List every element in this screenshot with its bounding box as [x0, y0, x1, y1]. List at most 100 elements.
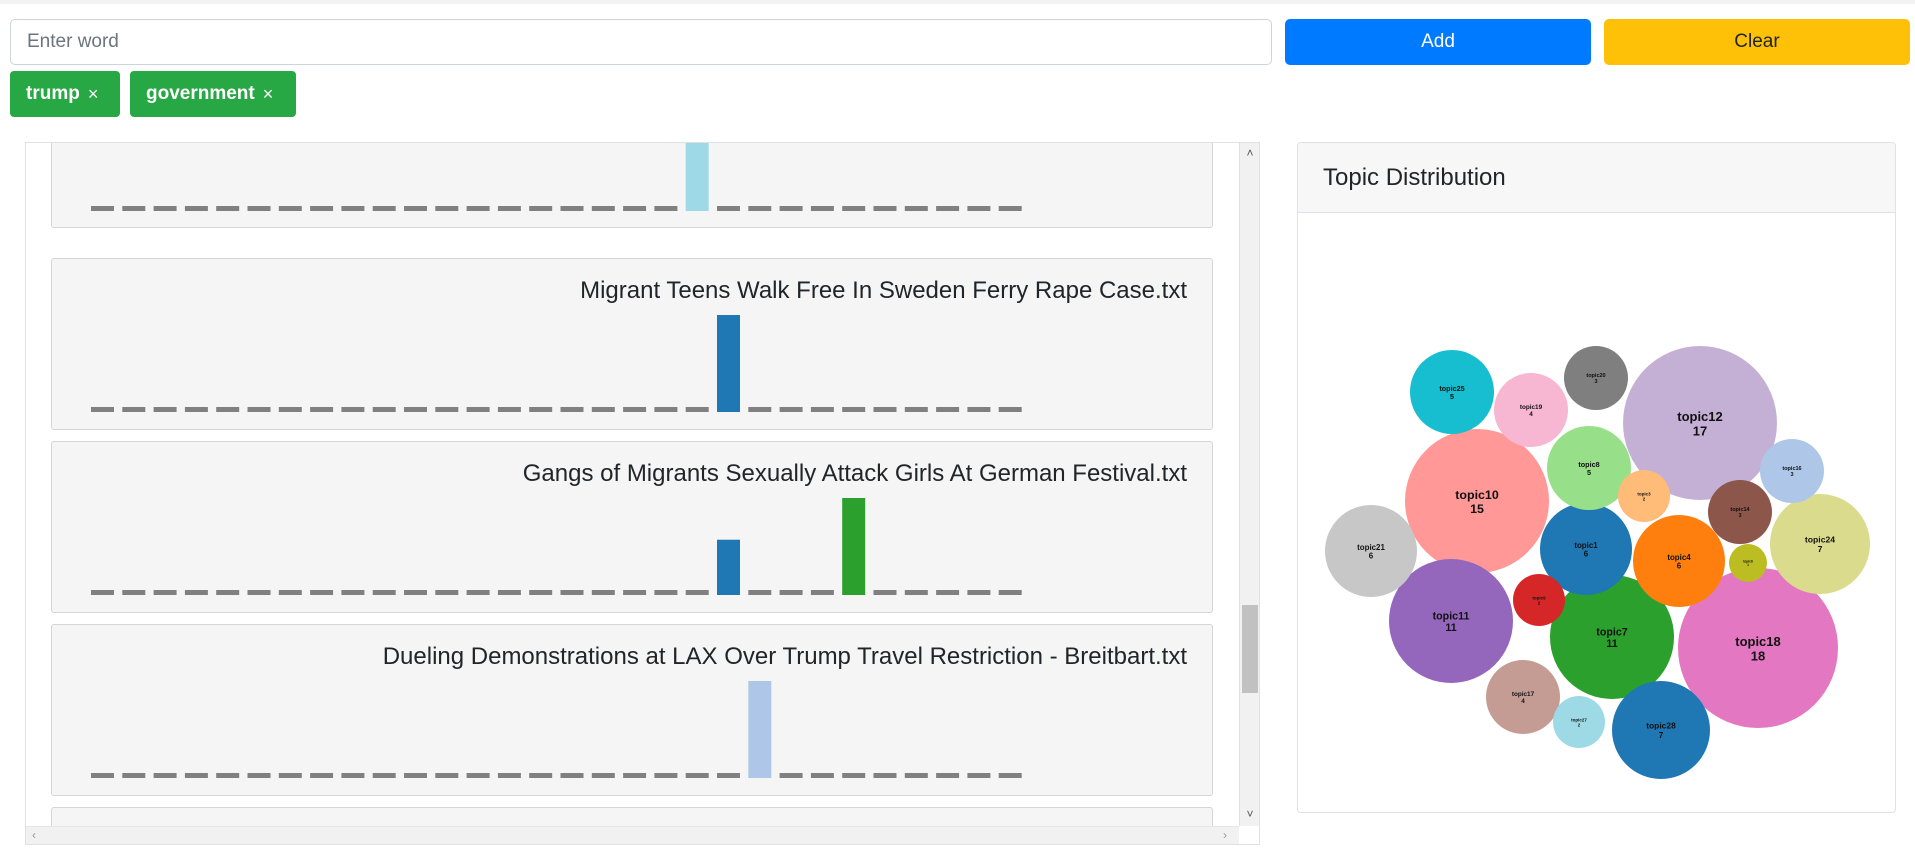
empty-topic-bar — [654, 773, 678, 778]
empty-topic-bar — [341, 590, 365, 595]
topic-bubble-topic25[interactable]: topic255 — [1410, 350, 1494, 434]
empty-topic-bar — [497, 773, 521, 778]
empty-topic-bar — [466, 407, 490, 412]
chip-label: trump — [26, 83, 80, 104]
topic-bubble-topic19[interactable]: topic194 — [1494, 373, 1568, 447]
empty-topic-bar — [810, 590, 834, 595]
topic-bubble-topic9[interactable]: topic92 — [1513, 574, 1565, 626]
clear-button[interactable]: Clear — [1604, 19, 1910, 65]
empty-topic-bar — [497, 206, 521, 211]
document-card[interactable]: Dueling Demonstrations at LAX Over Trump… — [51, 624, 1213, 796]
topic-bubble-topic24[interactable]: topic247 — [1770, 494, 1870, 594]
word-input[interactable] — [10, 19, 1272, 65]
topic-bubble-topic3[interactable]: topic32 — [1618, 470, 1670, 522]
topic-bubble-count: 11 — [1445, 622, 1456, 634]
empty-topic-bar — [184, 407, 208, 412]
empty-topic-bar — [341, 407, 365, 412]
empty-topic-bar — [748, 407, 772, 412]
topic-bubble-count: 15 — [1470, 502, 1484, 516]
empty-topic-bar — [967, 407, 991, 412]
topic-bubble-topic16[interactable]: topic163 — [1760, 439, 1824, 503]
empty-topic-bar — [717, 206, 740, 211]
empty-topic-bar — [122, 407, 146, 412]
topic-bubble-label: topic10 — [1455, 488, 1499, 502]
empty-topic-bar — [247, 206, 271, 211]
topic-bubble-label: topic12 — [1677, 409, 1723, 424]
topic-bubble-topic14[interactable]: topic143 — [1708, 480, 1772, 544]
scroll-right-icon[interactable]: › — [1223, 828, 1227, 842]
empty-topic-bar — [654, 206, 678, 211]
empty-topic-bar — [591, 773, 615, 778]
empty-topic-bar — [560, 206, 584, 211]
topic-bubble-label: topic7 — [1596, 626, 1627, 638]
empty-topic-bar — [310, 773, 334, 778]
empty-topic-bar — [435, 407, 459, 412]
topic-bubble-topic21[interactable]: topic216 — [1325, 505, 1417, 597]
empty-topic-bar — [998, 407, 1022, 412]
empty-topic-bar — [967, 206, 991, 211]
empty-topic-bar — [560, 773, 584, 778]
empty-topic-bar — [153, 590, 177, 595]
document-card[interactable]: Migrant Teens Walk Free In Sweden Ferry … — [51, 258, 1213, 430]
topic-bubble-topic27[interactable]: topic272 — [1553, 696, 1605, 748]
empty-topic-bar — [873, 590, 897, 595]
topic-bubble-count: 5 — [1450, 392, 1454, 401]
document-topic-chart — [91, 498, 1022, 595]
empty-topic-bar — [122, 206, 146, 211]
remove-chip-icon[interactable]: × — [263, 84, 274, 105]
empty-topic-bar — [341, 773, 365, 778]
empty-topic-bar — [748, 590, 772, 595]
empty-topic-bar — [998, 206, 1022, 211]
empty-topic-bar — [466, 590, 490, 595]
topic-bubble-topic4[interactable]: topic46 — [1633, 515, 1725, 607]
empty-topic-bar — [936, 773, 960, 778]
empty-topic-bar — [591, 590, 615, 595]
topic-bubble-count: 1 — [1747, 563, 1749, 567]
topic-bubble-topic10[interactable]: topic1015 — [1405, 429, 1549, 573]
topic-bubble-topic6[interactable]: topic61 — [1729, 544, 1767, 582]
empty-topic-bar — [685, 590, 709, 595]
document-list-panel[interactable]: Migrant Teens Walk Free In Sweden Ferry … — [25, 142, 1260, 845]
topic-bubble-count: 3 — [1738, 513, 1741, 519]
empty-topic-bar — [529, 590, 553, 595]
empty-topic-bar — [904, 206, 928, 211]
empty-topic-bar — [247, 590, 271, 595]
topic-bubble-label: topic1 — [1574, 541, 1598, 550]
remove-chip-icon[interactable]: × — [88, 84, 99, 105]
empty-topic-bar — [842, 206, 866, 211]
topic-bubble-label: topic4 — [1667, 553, 1691, 562]
topic-bubble-topic28[interactable]: topic287 — [1612, 681, 1710, 779]
document-card[interactable] — [51, 143, 1213, 228]
empty-topic-bar — [936, 407, 960, 412]
topic-bubble-label: topic11 — [1433, 610, 1470, 622]
add-button[interactable]: Add — [1285, 19, 1591, 65]
topic-bubble-label: topic18 — [1735, 634, 1781, 649]
empty-topic-bar — [184, 773, 208, 778]
empty-topic-bar — [779, 773, 803, 778]
scroll-left-icon[interactable]: ‹ — [32, 828, 36, 842]
empty-topic-bar — [278, 590, 302, 595]
empty-topic-bar — [529, 773, 553, 778]
scrollbar-thumb[interactable] — [1242, 605, 1258, 693]
horizontal-scrollbar[interactable]: ‹ › — [26, 826, 1239, 844]
scroll-down-icon[interactable]: ˅ — [1240, 807, 1259, 821]
topic-bubble-topic20[interactable]: topic203 — [1564, 346, 1628, 410]
topic-bubble-count: 3 — [1790, 472, 1793, 478]
topic-bar — [748, 681, 772, 778]
document-card[interactable]: Gangs of Migrants Sexually Attack Girls … — [51, 441, 1213, 613]
vertical-scrollbar[interactable]: ˄ ˅ — [1239, 143, 1259, 826]
chip-label: government — [146, 83, 255, 104]
empty-topic-bar — [685, 407, 709, 412]
empty-topic-bar — [216, 407, 240, 412]
topic-bubble-topic17[interactable]: topic174 — [1486, 660, 1560, 734]
topic-bubble-count: 4 — [1521, 698, 1525, 705]
document-topic-chart — [91, 143, 1022, 211]
empty-topic-bar — [122, 590, 146, 595]
empty-topic-bar — [685, 773, 709, 778]
empty-topic-bar — [122, 773, 146, 778]
empty-topic-bar — [310, 407, 334, 412]
scroll-up-icon[interactable]: ˄ — [1240, 146, 1259, 160]
empty-topic-bar — [310, 590, 334, 595]
empty-topic-bar — [372, 773, 396, 778]
empty-topic-bar — [310, 206, 334, 211]
